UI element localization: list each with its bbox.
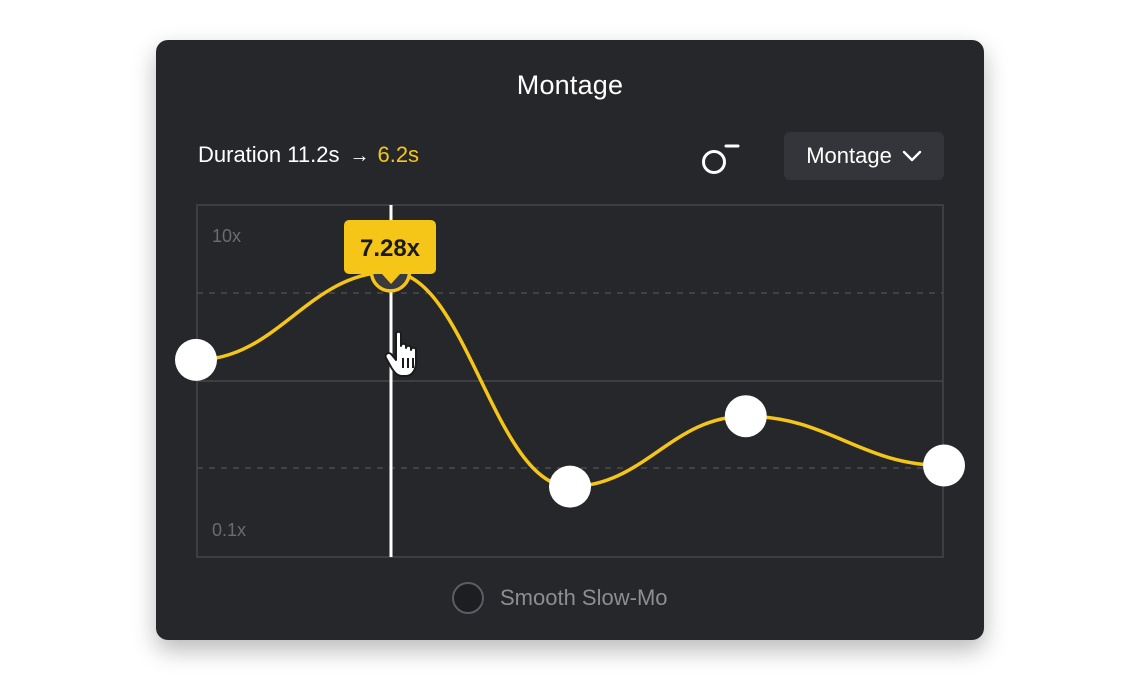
smooth-slowmo-checkbox[interactable] [452,582,484,614]
speed-curve-graph[interactable]: 10x 0.1x 7.28x [156,40,984,640]
control-point[interactable] [549,465,591,508]
smooth-slowmo-label: Smooth Slow-Mo [500,585,668,610]
control-point[interactable] [175,338,217,381]
speed-ramp-panel: Montage Duration 11.2s → 6.2s Montage 10… [156,40,984,640]
y-min-label: 0.1x [212,520,246,540]
control-points [175,251,965,508]
y-max-label: 10x [212,226,241,246]
tooltip-value: 7.28x [360,235,421,262]
control-point[interactable] [923,444,965,487]
stage: Montage Duration 11.2s → 6.2s Montage 10… [0,0,1140,680]
speed-curve [194,270,946,489]
control-point[interactable] [724,395,767,438]
speed-tooltip: 7.28x [344,220,436,284]
